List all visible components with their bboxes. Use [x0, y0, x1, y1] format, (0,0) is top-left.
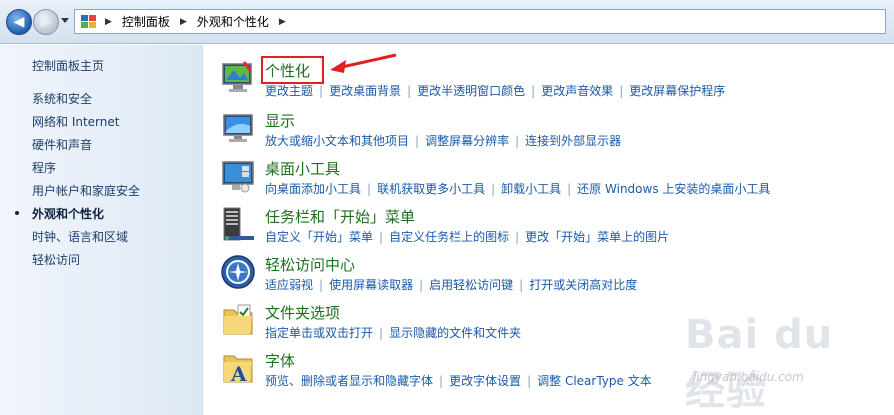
- link-change-theme[interactable]: 更改主题: [265, 84, 313, 98]
- arrow-right-icon: ▶: [40, 14, 52, 30]
- link-change-start-picture[interactable]: 更改「开始」菜单上的图片: [525, 230, 669, 244]
- folder-options-links: 指定单击或双击打开 | 显示隐藏的文件和文件夹: [265, 324, 521, 341]
- link-separator: |: [319, 84, 324, 98]
- gadgets-icon: [222, 161, 254, 193]
- fonts-icon: A: [223, 355, 253, 386]
- display-icon: [223, 114, 253, 142]
- folder-options-icon: [223, 304, 253, 335]
- category-title-fonts[interactable]: 字体: [265, 350, 295, 371]
- sidebar-item-user-accounts[interactable]: 用户帐户和家庭安全: [32, 182, 140, 199]
- navigation-bar: ◀ ▶ ▶ 控制面板 ▶ 外观和个性化 ▶: [0, 0, 894, 44]
- chevron-right-icon[interactable]: ▶: [180, 17, 187, 27]
- link-separator: |: [379, 326, 384, 340]
- back-button[interactable]: ◀: [6, 9, 32, 35]
- sidebar: 控制面板主页 系统和安全 网络和 Internet 硬件和声音 程序 用户帐户和…: [0, 45, 203, 415]
- link-external-display[interactable]: 连接到外部显示器: [525, 134, 621, 148]
- sidebar-item-system-security[interactable]: 系统和安全: [32, 90, 92, 107]
- link-screen-reader[interactable]: 使用屏幕读取器: [329, 278, 413, 292]
- link-screen-resolution[interactable]: 调整屏幕分辨率: [425, 134, 509, 148]
- annotation-arrow-icon: [330, 53, 397, 73]
- link-customize-taskbar-icons[interactable]: 自定义任务栏上的图标: [389, 230, 509, 244]
- link-text-size[interactable]: 放大或缩小文本和其他项目: [265, 134, 409, 148]
- fonts-links: 预览、删除或者显示和隐藏字体 | 更改字体设置 | 调整 ClearType 文本: [265, 372, 652, 389]
- link-get-more-gadgets[interactable]: 联机获取更多小工具: [377, 182, 485, 196]
- link-cleartype[interactable]: 调整 ClearType 文本: [537, 374, 652, 388]
- breadcrumb-appearance[interactable]: 外观和个性化: [197, 13, 269, 30]
- personalization-links: 更改主题 | 更改桌面背景 | 更改半透明窗口颜色 | 更改声音效果 | 更改屏幕保护程序: [265, 82, 725, 99]
- link-uninstall-gadget[interactable]: 卸载小工具: [501, 182, 561, 196]
- link-customize-start-menu[interactable]: 自定义「开始」菜单: [265, 230, 373, 244]
- recent-pages-dropdown[interactable]: [61, 18, 69, 23]
- category-title-display[interactable]: 显示: [265, 110, 295, 131]
- link-preview-fonts[interactable]: 预览、删除或者显示和隐藏字体: [265, 374, 433, 388]
- category-title-ease-of-access[interactable]: 轻松访问中心: [265, 254, 355, 275]
- category-ease-of-access: 轻松访问中心 适应弱视 | 使用屏幕读取器 | 启用轻松访问键 | 打开或关闭高对比度: [220, 254, 880, 298]
- link-separator: |: [419, 278, 424, 292]
- arrow-left-icon: ◀: [13, 14, 25, 30]
- link-separator: |: [567, 182, 572, 196]
- taskbar-links: 自定义「开始」菜单 | 自定义任务栏上的图标 | 更改「开始」菜单上的图片: [265, 228, 669, 245]
- breadcrumb-control-panel[interactable]: 控制面板: [122, 13, 170, 30]
- sidebar-item-programs[interactable]: 程序: [32, 159, 56, 176]
- display-links: 放大或缩小文本和其他项目 | 调整屏幕分辨率 | 连接到外部显示器: [265, 132, 621, 149]
- control-panel-icon: [81, 14, 97, 29]
- sidebar-home-link[interactable]: 控制面板主页: [32, 57, 104, 74]
- link-separator: |: [515, 230, 520, 244]
- link-separator: |: [519, 278, 524, 292]
- link-separator: |: [515, 134, 520, 148]
- link-high-contrast[interactable]: 打开或关闭高对比度: [529, 278, 637, 292]
- address-bar[interactable]: ▶ 控制面板 ▶ 外观和个性化 ▶: [74, 9, 886, 34]
- link-ease-keys[interactable]: 启用轻松访问键: [429, 278, 513, 292]
- link-separator: |: [379, 230, 384, 244]
- link-separator: |: [367, 182, 372, 196]
- sidebar-item-clock-language[interactable]: 时钟、语言和区域: [32, 228, 128, 245]
- sidebar-item-ease-of-access[interactable]: 轻松访问: [32, 251, 80, 268]
- category-title-gadgets[interactable]: 桌面小工具: [265, 158, 340, 179]
- link-font-settings[interactable]: 更改字体设置: [449, 374, 521, 388]
- link-separator: |: [527, 374, 532, 388]
- link-separator: |: [415, 134, 420, 148]
- link-separator: |: [439, 374, 444, 388]
- category-title-folder-options[interactable]: 文件夹选项: [265, 302, 340, 323]
- sidebar-item-hardware-sound[interactable]: 硬件和声音: [32, 136, 92, 153]
- ease-of-access-icon: [221, 255, 255, 289]
- link-change-screensaver[interactable]: 更改屏幕保护程序: [629, 84, 725, 98]
- watermark-logo-text: Bai du 经验: [685, 312, 834, 414]
- link-change-window-color[interactable]: 更改半透明窗口颜色: [417, 84, 525, 98]
- category-taskbar: 任务栏和「开始」菜单 自定义「开始」菜单 | 自定义任务栏上的图标 | 更改「开始」菜单…: [220, 206, 880, 250]
- watermark-url: jingyan.baidu.com: [693, 370, 804, 384]
- category-gadgets: 桌面小工具 向桌面添加小工具 | 联机获取更多小工具 | 卸载小工具 | 还原 Window…: [220, 158, 880, 202]
- link-add-gadgets[interactable]: 向桌面添加小工具: [265, 182, 361, 196]
- baidu-watermark: Bai du 经验 jingyan.baidu.com: [685, 300, 885, 414]
- sidebar-item-appearance[interactable]: 外观和个性化: [32, 205, 104, 222]
- link-separator: |: [531, 84, 536, 98]
- chevron-right-icon[interactable]: ▶: [279, 17, 286, 27]
- forward-button[interactable]: ▶: [33, 9, 59, 35]
- link-single-double-click[interactable]: 指定单击或双击打开: [265, 326, 373, 340]
- link-restore-gadgets[interactable]: 还原 Windows 上安装的桌面小工具: [577, 182, 770, 196]
- active-bullet-icon: [15, 211, 19, 215]
- sidebar-item-network[interactable]: 网络和 Internet: [32, 113, 119, 130]
- svg-text:A: A: [230, 362, 247, 386]
- ease-of-access-links: 适应弱视 | 使用屏幕读取器 | 启用轻松访问键 | 打开或关闭高对比度: [265, 276, 637, 293]
- gadgets-links: 向桌面添加小工具 | 联机获取更多小工具 | 卸载小工具 | 还原 Windows 上安装的…: [265, 180, 770, 197]
- personalization-icon: [222, 61, 252, 92]
- link-separator: |: [407, 84, 412, 98]
- category-display: 显示 放大或缩小文本和其他项目 | 调整屏幕分辨率 | 连接到外部显示器: [220, 110, 880, 154]
- chevron-right-icon[interactable]: ▶: [105, 17, 112, 27]
- link-show-hidden-files[interactable]: 显示隐藏的文件和文件夹: [389, 326, 521, 340]
- link-change-background[interactable]: 更改桌面背景: [329, 84, 401, 98]
- link-separator: |: [619, 84, 624, 98]
- highlight-box: [261, 56, 324, 84]
- link-separator: |: [319, 278, 324, 292]
- link-separator: |: [491, 182, 496, 196]
- taskbar-icon: [223, 207, 254, 241]
- link-change-sounds[interactable]: 更改声音效果: [541, 84, 613, 98]
- category-title-taskbar[interactable]: 任务栏和「开始」菜单: [265, 206, 415, 227]
- link-low-vision[interactable]: 适应弱视: [265, 278, 313, 292]
